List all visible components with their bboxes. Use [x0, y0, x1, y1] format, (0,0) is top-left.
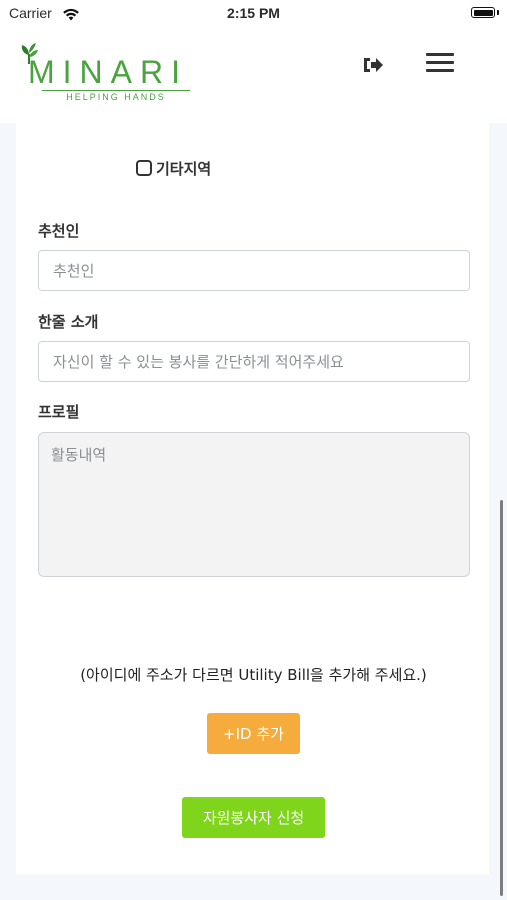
add-id-button[interactable]: +ID 추가 — [207, 713, 300, 754]
menu-line — [426, 69, 454, 72]
hamburger-menu-icon[interactable] — [426, 51, 455, 75]
checkbox-box[interactable] — [136, 160, 152, 176]
referrer-input[interactable] — [38, 250, 470, 291]
minari-logo[interactable]: MINARI HELPING HANDS — [18, 42, 198, 108]
profile-textarea[interactable] — [38, 432, 470, 577]
status-bar: Carrier 2:15 PM — [0, 0, 507, 28]
other-region-label: 기타지역 — [156, 159, 212, 178]
app-header: MINARI HELPING HANDS — [0, 28, 507, 123]
menu-line — [426, 61, 454, 64]
intro-label: 한줄 소개 — [38, 313, 99, 331]
volunteer-apply-button[interactable]: 자원봉사자 신청 — [182, 797, 325, 838]
menu-line — [426, 53, 454, 56]
scrollbar[interactable] — [500, 500, 503, 896]
utility-bill-notice: (아이디에 주소가 다르면 Utility Bill을 추가해 주세요.) — [80, 666, 427, 684]
logo-wordmark: MINARI — [28, 54, 188, 90]
status-time: 2:15 PM — [227, 5, 280, 21]
sign-out-icon[interactable] — [361, 54, 387, 76]
intro-input[interactable] — [38, 341, 470, 382]
profile-label: 프로필 — [38, 403, 80, 421]
battery-icon — [471, 7, 495, 18]
logo-divider — [42, 90, 190, 91]
logo-tagline: HELPING HANDS — [66, 92, 166, 102]
battery-tip — [497, 10, 499, 15]
referrer-label: 추천인 — [38, 222, 80, 240]
other-region-checkbox[interactable]: 기타지역 — [136, 157, 211, 179]
